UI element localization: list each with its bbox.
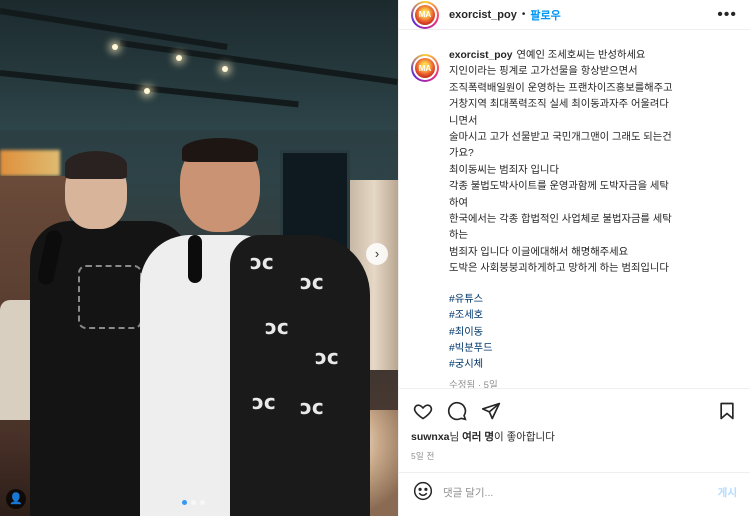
caption-line: 도박은 사회붕붕괴하게하고 망하게 하는 범죄입니다 [449, 263, 669, 275]
caption-line: 각종 불법도박사이트를 운영과함께 도박자금을 세탁 [449, 181, 669, 193]
caption-line-first: exorcist_poy 연예인 조세호씨는 반성하세요 [449, 50, 646, 61]
caption-line: 술마시고 고가 선물받고 국민개그맨이 그래도 되는건 [449, 132, 672, 144]
tagged-users-icon[interactable]: 👤 [6, 489, 26, 509]
post-timestamp: 5일 전 [411, 451, 435, 461]
caption-username[interactable]: exorcist_poy [449, 50, 513, 61]
follow-button[interactable]: 팔로우 [530, 7, 560, 23]
hair [65, 151, 127, 179]
caption-line: 한국에서는 각종 합법적인 사업체로 불법자금를 세탁 [449, 214, 672, 226]
next-photo-button[interactable]: › [366, 243, 388, 265]
cc-logo: ↄc [300, 270, 324, 294]
comment-icon[interactable] [445, 399, 469, 423]
author-username[interactable]: exorcist_poy [449, 9, 517, 21]
caption-line: 조직폭력배일원이 운영하는 프랜차이즈홍보를해주고 [449, 82, 673, 94]
smiley-icon[interactable] [413, 481, 433, 504]
post-comment-button[interactable]: 게시 [718, 485, 737, 500]
caption-line: 최이동씨는 범죄자 입니다 [449, 164, 559, 176]
ceiling-lamp [222, 66, 228, 72]
person-right: ↄc ↄc ↄc ↄc ↄc ↄc [140, 138, 370, 516]
comment-input[interactable] [443, 486, 718, 499]
cc-logo: ↄc [315, 345, 339, 369]
hashtag-link[interactable]: #궁시체 [449, 357, 739, 373]
caption-line: 하는 [449, 230, 468, 242]
send-icon[interactable] [479, 399, 503, 423]
cc-logo: ↄc [265, 315, 289, 339]
caption-avatar[interactable]: MA [411, 54, 439, 82]
post-side-panel: MA exorcist_poy • 팔로우 ••• MA exorcist_po… [398, 0, 750, 516]
ceiling-lamp [176, 55, 182, 61]
shirt-graphic [78, 265, 142, 329]
post-photo[interactable]: ↄc ↄc ↄc ↄc ↄc ↄc › 👤 [0, 0, 398, 516]
bookmark-icon[interactable] [715, 399, 739, 423]
cc-logo: ↄc [252, 390, 276, 414]
instagram-post: ↄc ↄc ↄc ↄc ↄc ↄc › 👤 MA exorcist_poy • … [0, 0, 750, 516]
ceiling-lamp [112, 44, 118, 50]
post-actions: suwnxa님 여러 명이 좋아합니다 5일 전 게시 [399, 388, 750, 512]
caption-area: MA exorcist_poy 연예인 조세호씨는 반성하세요 지인이라는 핑계로… [399, 38, 750, 391]
likes-summary: suwnxa님 여러 명이 좋아합니다 [411, 431, 555, 443]
hashtag-link[interactable]: #유튜스 [449, 292, 739, 308]
caption-line: 하여 [449, 197, 468, 209]
microphone [188, 235, 202, 283]
more-options-icon[interactable]: ••• [717, 6, 737, 22]
caption-line: 니면서 [449, 115, 478, 127]
caption-line: 범죄자 입니다 이글에대해서 해명해주세요 [449, 246, 629, 258]
carousel-dot [200, 500, 205, 505]
caption-line: 지인이라는 핑계로 고가선물을 항상받으면서 [449, 66, 638, 78]
heart-icon[interactable] [411, 399, 435, 423]
liker-username[interactable]: suwnxa [411, 431, 450, 443]
cc-logo: ↄc [300, 395, 324, 419]
hair [182, 138, 258, 162]
cc-logo: ↄc [250, 250, 274, 274]
carousel-dot [191, 500, 196, 505]
likes-count-link[interactable]: 여러 명 [462, 431, 494, 443]
post-header: MA exorcist_poy • 팔로우 ••• [399, 0, 750, 30]
author-avatar[interactable]: MA [411, 0, 439, 29]
carousel-dots [182, 500, 205, 505]
hashtag-link[interactable]: #조세호 [449, 308, 739, 324]
comment-form: 게시 [399, 472, 750, 512]
separator-dot: • [521, 9, 526, 20]
action-icons [399, 389, 750, 425]
carousel-dot [182, 500, 187, 505]
caption-line: 가요? [449, 148, 474, 160]
hashtag-link[interactable]: #최이동 [449, 325, 739, 341]
caption-line: 거창지역 최대폭력조직 실세 최이동과자주 어울려다 [449, 99, 669, 111]
hashtag-link[interactable]: #빅분푸드 [449, 341, 739, 357]
ceiling-lamp [144, 88, 150, 94]
caption-text: exorcist_poy 연예인 조세호씨는 반성하세요 지인이라는 핑계로 고가… [449, 48, 739, 391]
